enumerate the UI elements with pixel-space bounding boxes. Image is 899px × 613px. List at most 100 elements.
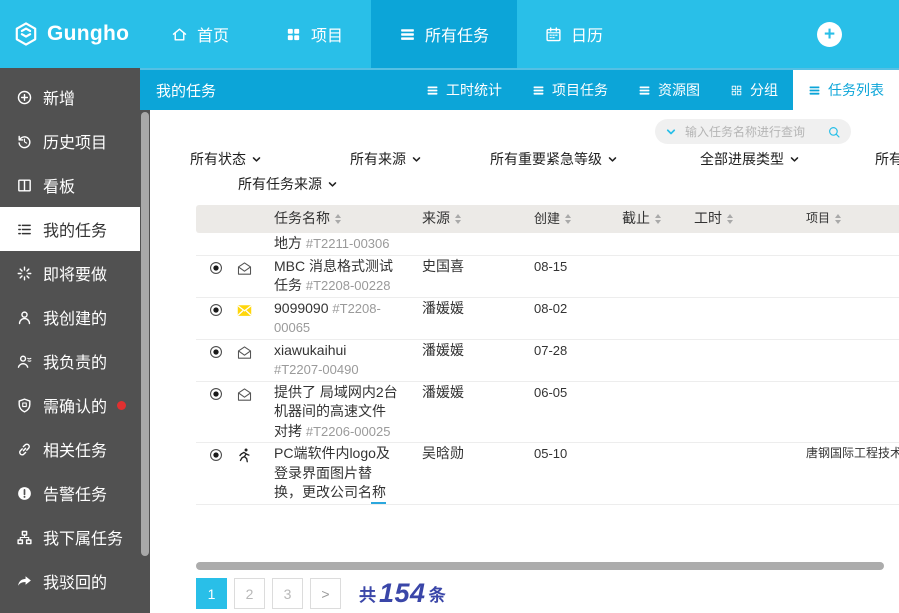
next-page-button[interactable]: > [310, 578, 341, 609]
unread-badge-dot [117, 401, 126, 410]
alert-icon [16, 485, 33, 502]
column-header[interactable]: 截止 [622, 209, 694, 229]
tab-project-tasks[interactable]: 项目任务 [517, 70, 623, 110]
table-row[interactable]: 9099090 #T2208-00065潘媛媛08-02 [196, 298, 899, 340]
column-header[interactable]: 任务名称 [274, 209, 422, 229]
sidebar-item-new[interactable]: 新增 [0, 75, 140, 119]
filter-task-source[interactable]: 所有任务来源 [238, 174, 338, 194]
sidebar-item-subordinate-tasks[interactable]: 我下属任务 [0, 515, 140, 559]
task-due-date [622, 234, 694, 254]
caret-down-icon [411, 154, 422, 165]
sort-icon[interactable] [565, 214, 571, 224]
filter-status[interactable]: 所有状态 [190, 149, 262, 169]
task-name-cell[interactable]: 提供了 局域网内2台机器间的高速文件对拷 #T2206-00025 [274, 383, 422, 442]
nav-item-all-tasks[interactable]: 所有任务 [371, 0, 517, 68]
add-button[interactable]: + [817, 22, 842, 47]
sort-icon[interactable] [655, 214, 661, 224]
sidebar-item-need-confirm[interactable]: 需确认的 [0, 383, 140, 427]
sidebar-list: 新增历史项目看板我的任务即将要做我创建的我负责的需确认的相关任务告警任务我下属任… [0, 75, 150, 603]
nav-item-projects[interactable]: 项目 [257, 0, 371, 68]
mail-open-icon[interactable] [236, 386, 264, 403]
sort-icon[interactable] [335, 214, 341, 224]
search-input[interactable] [683, 124, 821, 140]
mail-open-icon[interactable] [236, 344, 264, 361]
radio-icon[interactable] [208, 302, 224, 318]
column-label: 工时 [694, 209, 722, 229]
task-name[interactable]: 9099090 [274, 300, 329, 316]
runner-icon[interactable] [236, 447, 264, 464]
horizontal-scrollbar[interactable] [196, 562, 884, 570]
table-row[interactable]: PC端软件内logo及登录界面图片替换，更改公司名称吴晗勋05-10唐钢国际工程… [196, 443, 899, 505]
column-header[interactable]: 创建 [534, 209, 622, 229]
filter-source[interactable]: 所有来源 [350, 149, 422, 169]
sidebar-item-my-rejected[interactable]: 我驳回的 [0, 559, 140, 603]
caret-down-icon[interactable] [665, 126, 677, 138]
kanban-icon [16, 177, 33, 194]
sidebar-scrollbar-thumb[interactable] [141, 112, 149, 556]
task-name-cell[interactable]: PC端软件内logo及登录界面图片替换，更改公司名称 [274, 444, 422, 503]
radio-icon[interactable] [208, 447, 224, 463]
column-label: 截止 [622, 209, 650, 229]
sidebar-item-my-responsible[interactable]: 我负责的 [0, 339, 140, 383]
sort-icon[interactable] [455, 214, 461, 224]
page-button-2[interactable]: 2 [234, 578, 265, 609]
task-name[interactable]: 地方 [274, 235, 302, 251]
filter-progress-type[interactable]: 全部进展类型 [700, 149, 800, 169]
filter-label: 全部进展类型 [700, 149, 784, 169]
task-table: 任务名称来源创建截止工时项目 地方 #T2211-00306MBC 消息格式测试… [196, 205, 899, 505]
task-name-cell[interactable]: 地方 #T2211-00306 [274, 234, 422, 254]
user-icon [16, 309, 33, 326]
sidebar-item-my-tasks[interactable]: 我的任务 [0, 207, 140, 251]
user-check-icon [16, 353, 33, 370]
radio-icon[interactable] [208, 344, 224, 360]
table-row[interactable]: 地方 #T2211-00306 [196, 233, 899, 256]
table-row[interactable]: 提供了 局域网内2台机器间的高速文件对拷 #T2206-00025潘媛媛06-0… [196, 382, 899, 444]
task-name-cell[interactable]: 9099090 #T2208-00065 [274, 299, 422, 338]
sidebar-item-label: 历史项目 [43, 129, 107, 153]
task-source: 吴晗勋 [422, 444, 534, 503]
sidebar-item-upcoming[interactable]: 即将要做 [0, 251, 140, 295]
task-name[interactable]: PC端软件内logo及登录界面图片替换，更改公司名称 [274, 445, 390, 500]
table-row[interactable]: xiawukaihui #T2207-00490潘媛媛07-28 [196, 340, 899, 382]
page-title: 我的任务 [140, 70, 216, 110]
main-content: 所有状态 所有来源 所有重要紧急等级 全部进展类型 所有所有任务来源 任务名称来源创建 截… [150, 110, 899, 613]
column-header[interactable]: 工时 [694, 209, 806, 229]
sidebar-item-label: 我的任务 [43, 217, 107, 241]
task-source: 潘媛媛 [422, 383, 534, 442]
table-row[interactable]: MBC 消息格式测试任务 #T2208-00228史国喜08-15 [196, 256, 899, 298]
column-header[interactable]: 项目 [806, 209, 899, 229]
task-name-cell[interactable]: MBC 消息格式测试任务 #T2208-00228 [274, 257, 422, 296]
tab-grouping[interactable]: 分组 [715, 70, 793, 110]
sidebar-item-history-projects[interactable]: 历史项目 [0, 119, 140, 163]
task-name-cell[interactable]: xiawukaihui #T2207-00490 [274, 341, 422, 380]
search-button[interactable] [827, 125, 841, 139]
radio-icon[interactable] [208, 260, 224, 276]
radio-icon[interactable] [208, 386, 224, 402]
filter-priority[interactable]: 所有重要紧急等级 [490, 149, 618, 169]
sidebar-item-related-tasks[interactable]: 相关任务 [0, 427, 140, 471]
nav-item-calendar[interactable]: 日历 [517, 0, 631, 68]
task-source [422, 234, 534, 254]
sort-icon[interactable] [835, 214, 841, 224]
column-label: 创建 [534, 209, 560, 229]
tab-hours-stats[interactable]: 工时统计 [411, 70, 517, 110]
mail-open-icon[interactable] [236, 260, 264, 277]
mail-unread-icon[interactable] [236, 302, 264, 319]
sidebar-item-alert-tasks[interactable]: 告警任务 [0, 471, 140, 515]
tab-resource-graph[interactable]: 资源图 [623, 70, 715, 110]
page-button-1[interactable]: 1 [196, 578, 227, 609]
task-name[interactable]: xiawukaihui [274, 342, 346, 358]
gungho-logo[interactable]: Gungho [0, 0, 143, 68]
total-count: 共 154 条 [359, 580, 446, 607]
filter-more[interactable]: 所有 [875, 149, 899, 169]
nav-item-home[interactable]: 首页 [143, 0, 257, 68]
sidebar-item-kanban[interactable]: 看板 [0, 163, 140, 207]
task-hours [694, 444, 806, 503]
column-header[interactable]: 来源 [422, 209, 534, 229]
nav-item-label: 首页 [197, 22, 229, 46]
sidebar-item-created-by-me[interactable]: 我创建的 [0, 295, 140, 339]
tab-task-list[interactable]: 任务列表 [793, 70, 899, 110]
org-icon [16, 529, 33, 546]
page-button-3[interactable]: 3 [272, 578, 303, 609]
sort-icon[interactable] [727, 214, 733, 224]
